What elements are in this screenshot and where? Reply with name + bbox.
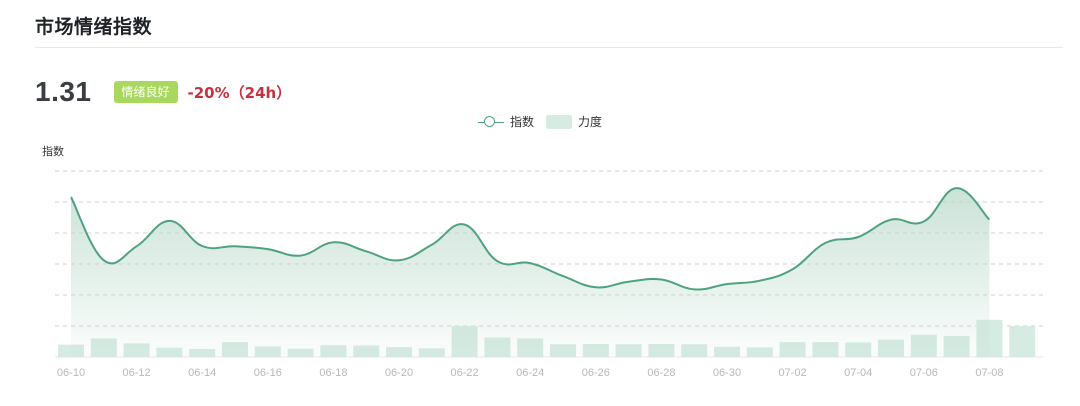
x-tick-label: 06-22: [451, 367, 479, 379]
x-tick-label: 06-30: [713, 367, 741, 379]
x-tick-label: 06-26: [582, 367, 610, 379]
x-tick-label: 07-08: [975, 367, 1003, 379]
x-tick-label: 06-14: [188, 367, 216, 379]
x-tick-label: 07-06: [910, 367, 938, 379]
index-area: [71, 188, 990, 357]
strength-bar: [1009, 326, 1036, 357]
x-tick-label: 06-20: [385, 367, 413, 379]
x-tick-label: 06-18: [319, 367, 347, 379]
x-tick-label: 06-28: [647, 367, 675, 379]
x-tick-label: 06-10: [57, 367, 85, 379]
x-tick-label: 07-04: [844, 367, 872, 379]
x-tick-label: 06-16: [254, 367, 282, 379]
x-tick-label: 07-02: [779, 367, 807, 379]
x-tick-label: 06-12: [123, 367, 151, 379]
x-tick-label: 06-24: [516, 367, 544, 379]
sentiment-chart: 06-10 06-12 06-14 06-16 06-18 06-20 06-22 06-24…: [55, 170, 1043, 379]
